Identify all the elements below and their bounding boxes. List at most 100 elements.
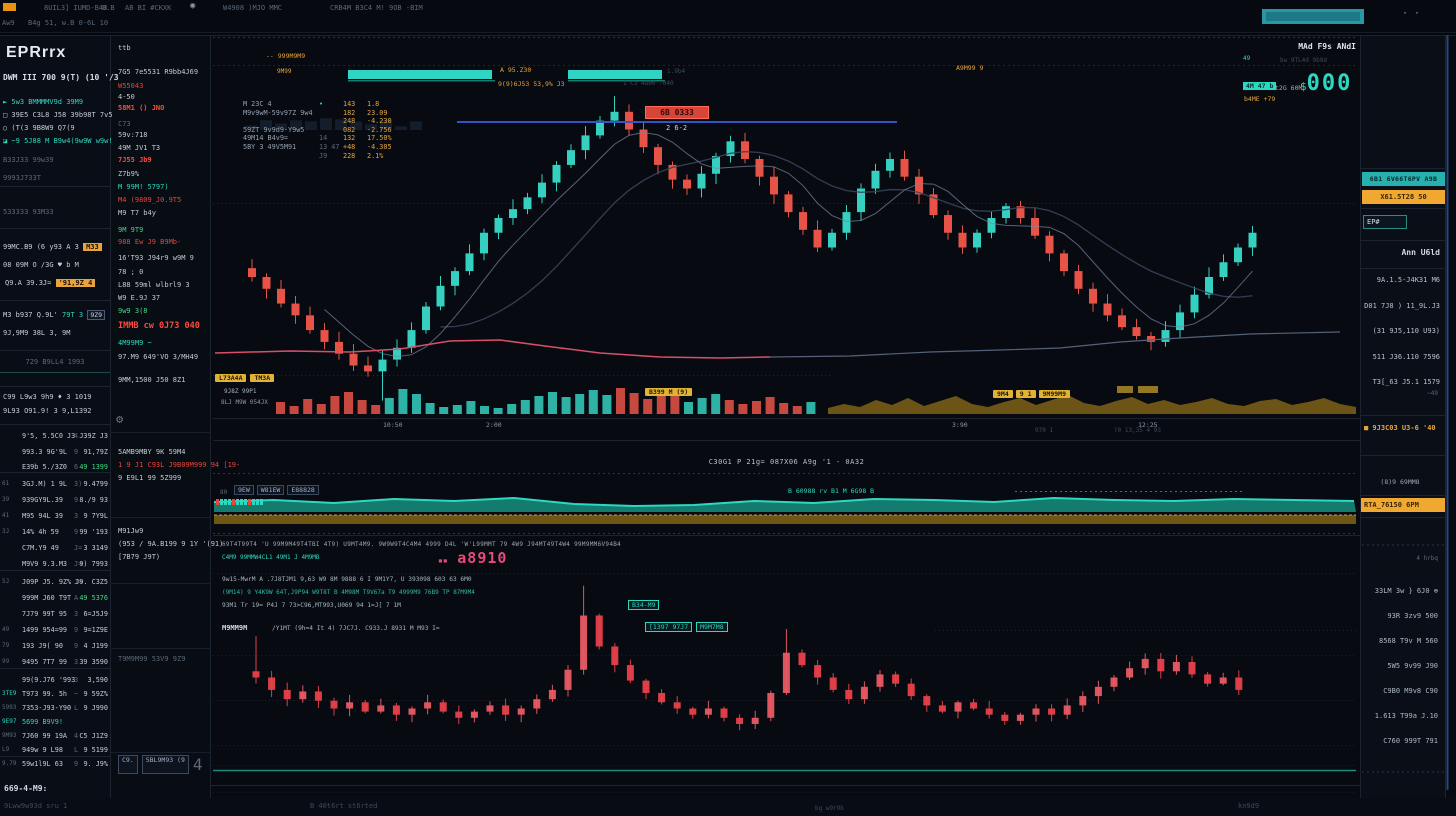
right-quote-row[interactable]: C760 999T 791 [1354,737,1438,745]
legend-v1: +48 [343,143,355,151]
vol-pill-1[interactable]: TM3A [250,374,274,382]
quote-row[interactable]: M3 b937 Q.9L' 79T 3 9Z9 [3,311,105,319]
lower-line-6: /Y1MT (9h=4 It 4) 7JC7J. C933.J 8931 M M… [272,625,440,632]
info-button-2[interactable]: 4 [193,755,203,774]
menu-item-2[interactable]: AB BI #CKXK [125,4,171,12]
info-panel-buttons: C9.5BL9M93 (94 [118,755,203,774]
quote-change: 79T 3 [62,311,83,319]
x-label-0: 10:50 [383,421,403,429]
info-row-3: 58M1 () JNO [118,104,164,112]
legend-v1: 228 [343,152,355,160]
info-row-28: [7B79 J9T) [118,553,160,561]
row-name: 1499 954=99 [22,626,67,634]
left-row-8: 9J,9M9 38L 3, 9M [3,329,70,337]
right-quote-row[interactable]: 33LM 3w } 6J0 ⊕ [1354,587,1438,595]
left-row-0[interactable]: ► 5w3 BMMMMV9d 39M9 [3,98,83,106]
row-name: 949w 9 L98 [22,746,63,754]
scrollbar-strip[interactable] [1445,35,1456,798]
row-qty: 9 [74,528,78,536]
mid-button-2[interactable]: E88828 [287,485,318,495]
right-quote-row[interactable]: 1.613 T99a J.10 [1354,712,1438,720]
volume-badge-group: 9M49 19M99M9 [993,390,1070,398]
row-qty: 9 [74,448,78,456]
legend-v2: 2.1% [367,152,383,160]
camera-icon[interactable]: ◉ [190,1,195,11]
row-name: 7J79 99T 95 [22,610,67,618]
legend-mid: 14 [319,134,327,142]
lower-pill-3[interactable]: M9M7M8 [696,622,727,632]
info-row-7: 7J55 Jb9 [118,156,152,164]
vol-badge-1[interactable]: 9 1 [1016,390,1036,398]
row-name: M95 94L 39 [22,512,63,520]
volume-badge[interactable]: B399 M (9) [645,388,692,396]
info-row-20: 4M99M9 ~ [118,339,152,347]
quote-badge[interactable]: 9Z9 [87,310,105,320]
menu-item-1[interactable]: U.B [102,4,115,12]
legend-label: 59ZT 9v9d9-Y9w5 [243,126,304,134]
row-value: C5 J1Z9 [79,732,108,740]
mid-button-1[interactable]: W81EW [257,485,285,495]
ticker-price-line: DWM III 700 9(T) (10 '/3 [3,73,119,82]
left-row-6: 533333 93M33 [3,208,54,216]
sell-button[interactable]: X61.5T28 50 [1362,190,1445,204]
lower-pill-2[interactable]: [1397 97J7 [645,622,692,632]
left-row-10: 9L93 O91.9! 3 9,L1392 [3,407,92,415]
info-row-5: 59v:718 [118,131,148,139]
menu-item-0[interactable]: 8UIL3] IUMD-B4B [44,4,107,12]
right-quote-row[interactable]: 5W5 9v99 J90 [1354,662,1438,670]
app-logo[interactable] [3,3,16,11]
ticker-note: bw 9TL4d 9b9d [1280,57,1327,64]
gear-icon[interactable]: ⚙ [116,412,123,426]
info-row-23: 5AMB9MBY 9K 59M4 [118,448,185,456]
legend-mid: • [319,100,323,108]
vol-badge-0[interactable]: 9M4 [993,390,1013,398]
quantity-input[interactable]: EP# [1363,215,1407,229]
value-row[interactable]: Q9.A 39.3J= '91,9Z 4 [5,279,95,287]
row-name: 999M J60 T9T [22,594,71,602]
buy-button[interactable]: 6B1 6V66T6PV A9B [1362,172,1445,186]
lower-pill-1[interactable]: B34-M9 [628,600,659,610]
currency-icon: $ [1300,80,1307,93]
info-row-1: W55043 [118,82,143,90]
menu-item-3[interactable]: W4908 )MJO MMC [223,4,282,12]
left-row-2[interactable]: ○ (T(3 9B8W9 Q7(9 [3,124,75,132]
mid-tiny-label: 80 [220,489,227,496]
alert-row[interactable]: 99MC.B9 (6 y93 A 3 M33 [3,243,102,251]
legend-v2: -4.305 [367,143,392,151]
alert-red-badge[interactable]: 6B 0333 [645,106,709,119]
vol-badge-2[interactable]: 9M99M9 [1039,390,1070,398]
lower-line-6-head: M9MM9M [222,624,247,632]
info-button-1[interactable]: 5BL9M93 (9 [142,755,189,774]
vol-pill-0[interactable]: L73A4A [215,374,246,382]
orange-metric-3: A9M99 9 [956,64,983,72]
right-quote-row[interactable]: C9B0 M9v8 C90 [1354,687,1438,695]
row-qty: L [74,746,78,754]
info-row-10: M4 (9809_J0.9T5 [118,196,181,204]
right-quote-row[interactable]: 93R 3zv9 500 [1354,612,1438,620]
menu-item-4[interactable]: CRB4M B3C4 M! 9OB -BIM [330,4,423,12]
info-row-26: M91Jw9 [118,527,143,535]
window-dots[interactable]: · · [1402,8,1420,19]
big-price: $000 [1300,71,1352,96]
top-menu-bar: Aw9 B4g 51, w.B 0-6L 10 · · 8UIL3] IUMD-… [0,0,1456,32]
left-row-3[interactable]: ◪ ~9 5J88 M B9w4(9w9W w9w! [3,137,113,145]
alert-badge[interactable]: M33 [83,243,102,251]
info-button-0[interactable]: C9. [118,755,138,774]
right-quote-row[interactable]: 8568 T9v M 560 [1354,637,1438,645]
topbar-teal-button[interactable] [1262,9,1364,24]
left-row-1[interactable]: □ 39E5 C3L8 J58 39b98T 7v5 [3,111,113,119]
row-value: 91,79Z [83,448,108,456]
row-name: 99(9.J76 '993 [22,676,75,684]
row-index: 49 [2,626,9,633]
pending-order-row[interactable]: ■ 9J3C03 U3-6 '40 [1364,424,1436,432]
price-change-orange: b4ME +79 [1244,95,1275,103]
row-qty: 3 [74,610,78,618]
bars-label: -- 999M9M9 [266,52,305,60]
lower-line-4: (9M14) 9 Y4K9W 64T,J9P94 W9T8T B 4M98M T… [222,589,475,596]
row-name: M9V9 9.3.M3 [22,560,67,568]
row-qty: J= [74,544,82,552]
lower-line-2: C4M9 99MMW4CL1 49M1 J 4M9MB [222,554,320,561]
info-row-24: 1 9 J1 C93L J9B09M999 94 [19- [118,461,240,469]
mid-button-0[interactable]: 9EW [234,485,254,495]
highlighted-position-row[interactable]: RTA_76150 6PM [1361,498,1445,512]
